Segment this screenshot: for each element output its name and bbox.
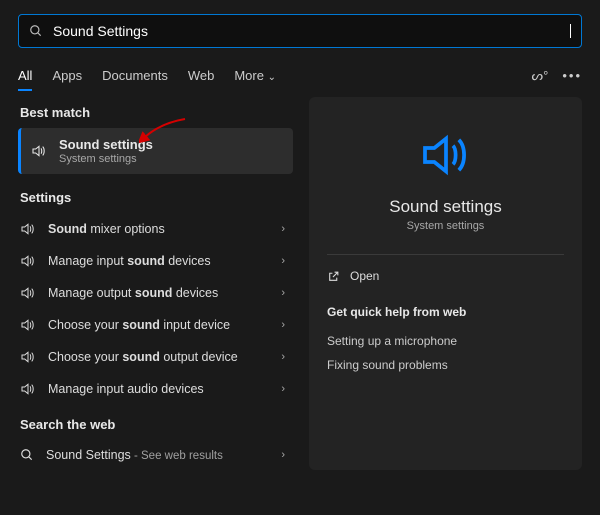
chevron-right-icon: › bbox=[281, 351, 285, 363]
chevron-right-icon: › bbox=[281, 319, 285, 331]
tab-more[interactable]: More ⌄ bbox=[234, 64, 276, 87]
quick-settings-icon[interactable]: ⁠ᔕ° bbox=[532, 68, 549, 84]
web-result-item[interactable]: Sound Settings - See web results › bbox=[18, 440, 293, 470]
best-match-title: Sound settings bbox=[59, 137, 153, 152]
speaker-icon bbox=[31, 143, 47, 159]
settings-item-choose-output[interactable]: Choose your sound output device › bbox=[18, 341, 293, 373]
quick-help-header: Get quick help from web bbox=[327, 305, 564, 319]
detail-subtitle: System settings bbox=[327, 220, 564, 232]
best-match-header: Best match bbox=[20, 105, 293, 120]
search-bar[interactable] bbox=[18, 14, 582, 48]
chevron-right-icon: › bbox=[281, 255, 285, 267]
speaker-icon bbox=[20, 317, 36, 333]
tab-all[interactable]: All bbox=[18, 64, 32, 91]
text-caret bbox=[570, 24, 571, 38]
chevron-right-icon: › bbox=[281, 223, 285, 235]
speaker-icon bbox=[20, 221, 36, 237]
more-options-icon[interactable]: ••• bbox=[562, 68, 582, 84]
settings-item-input-sound[interactable]: Manage input sound devices › bbox=[18, 245, 293, 277]
search-input[interactable] bbox=[47, 21, 570, 41]
chevron-down-icon: ⌄ bbox=[268, 72, 276, 83]
search-icon bbox=[20, 448, 34, 462]
speaker-icon bbox=[20, 349, 36, 365]
detail-pane: Sound settings System settings Open Get … bbox=[309, 97, 582, 470]
search-web-header: Search the web bbox=[20, 417, 293, 432]
settings-item-choose-input[interactable]: Choose your sound input device › bbox=[18, 309, 293, 341]
quick-link-sound-problems[interactable]: Fixing sound problems bbox=[327, 353, 564, 377]
detail-title: Sound settings bbox=[327, 197, 564, 217]
separator bbox=[327, 254, 564, 255]
settings-item-output-sound[interactable]: Manage output sound devices › bbox=[18, 277, 293, 309]
speaker-icon bbox=[20, 285, 36, 301]
results-pane: Best match Sound settings System setting… bbox=[18, 97, 309, 470]
filter-tabs: All Apps Documents Web More ⌄ ⁠ᔕ° ••• bbox=[18, 64, 582, 87]
chevron-right-icon: › bbox=[281, 287, 285, 299]
search-icon bbox=[29, 24, 43, 38]
speaker-icon bbox=[20, 381, 36, 397]
settings-header: Settings bbox=[20, 190, 293, 205]
best-match-subtitle: System settings bbox=[59, 153, 153, 165]
chevron-right-icon: › bbox=[281, 449, 285, 461]
open-action[interactable]: Open bbox=[327, 263, 564, 289]
settings-item-input-audio[interactable]: Manage input audio devices › bbox=[18, 373, 293, 405]
best-match-result[interactable]: Sound settings System settings bbox=[18, 128, 293, 174]
speaker-icon bbox=[20, 253, 36, 269]
settings-item-mixer[interactable]: Sound mixer options › bbox=[18, 213, 293, 245]
tab-documents[interactable]: Documents bbox=[102, 64, 168, 87]
chevron-right-icon: › bbox=[281, 383, 285, 395]
tab-apps[interactable]: Apps bbox=[52, 64, 82, 87]
quick-link-mic[interactable]: Setting up a microphone bbox=[327, 329, 564, 353]
detail-hero-icon bbox=[327, 127, 564, 183]
open-icon bbox=[327, 270, 340, 283]
tab-web[interactable]: Web bbox=[188, 64, 215, 87]
